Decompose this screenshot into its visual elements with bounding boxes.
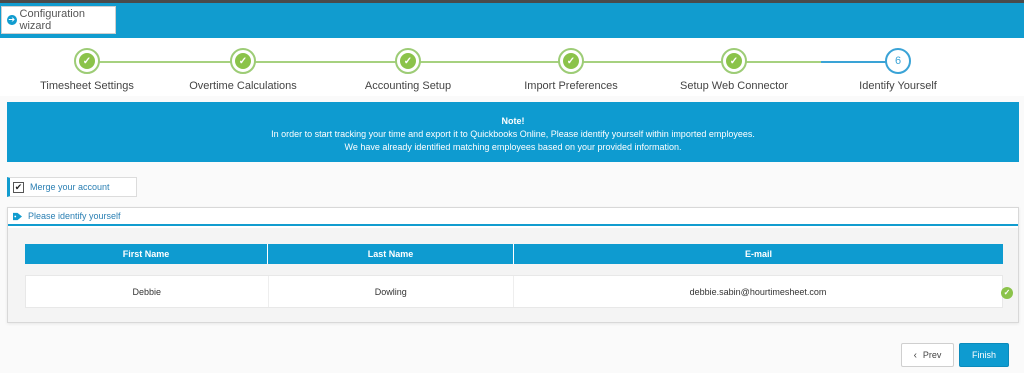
step-done-circle: ✓ [395, 48, 421, 74]
step-label: Import Preferences [524, 80, 618, 92]
note-line-2: We have already identified matching empl… [344, 142, 682, 152]
col-first-name: First Name [25, 244, 268, 264]
table-row[interactable]: Debbie Dowling debbie.sabin@hourtimeshee… [25, 275, 1003, 308]
check-icon: ✓ [400, 53, 416, 69]
arrow-circle-icon: ➔ [7, 15, 17, 25]
step-setup-web-connector[interactable]: ✓ Setup Web Connector [654, 48, 814, 92]
header-bar [0, 3, 1024, 38]
prev-button[interactable]: ‹ Prev [901, 343, 954, 367]
step-label: Identify Yourself [859, 80, 937, 92]
merge-checkbox[interactable]: ✔ [13, 181, 24, 193]
note-title: Note! [501, 116, 525, 126]
step-label: Overtime Calculations [189, 80, 297, 92]
step-identify-yourself[interactable]: 6 Identify Yourself [818, 48, 978, 92]
check-icon: ✓ [79, 53, 95, 69]
wizard-steps: ✓ Timesheet Settings ✓ Overtime Calculat… [0, 38, 1024, 96]
step-label: Setup Web Connector [679, 80, 789, 92]
identify-panel: Please identify yourself First Name Last… [7, 207, 1019, 323]
check-circle-icon: ✓ [1001, 287, 1013, 299]
merge-account-toggle[interactable]: ✔ Merge your account [7, 177, 137, 197]
step-label: Accounting Setup [364, 80, 452, 92]
check-icon: ✓ [563, 53, 579, 69]
panel-header: Please identify yourself [8, 208, 1018, 226]
note-line-1: In order to start tracking your time and… [271, 129, 755, 139]
finish-button[interactable]: Finish [959, 343, 1009, 367]
prev-label: Prev [922, 350, 942, 360]
main-content: Note! In order to start tracking your ti… [0, 96, 1024, 373]
panel-body: First Name Last Name E-mail Debbie Dowli… [8, 228, 1018, 322]
check-icon: ✓ [726, 53, 742, 69]
note-banner: Note! In order to start tracking your ti… [7, 102, 1019, 162]
col-email: E-mail [744, 249, 772, 259]
step-done-circle: ✓ [721, 48, 747, 74]
step-current-circle: 6 [885, 48, 911, 74]
step-overtime-calculations[interactable]: ✓ Overtime Calculations [163, 48, 323, 92]
tag-icon [13, 212, 22, 220]
cell-email: debbie.sabin@hourtimesheet.com [689, 286, 827, 297]
step-accounting-setup[interactable]: ✓ Accounting Setup [328, 48, 488, 92]
step-done-circle: ✓ [230, 48, 256, 74]
table-header: First Name Last Name E-mail [25, 244, 1003, 264]
configuration-wizard-tab[interactable]: ➔ Configuration wizard [1, 6, 116, 34]
step-done-circle: ✓ [74, 48, 100, 74]
merge-label: Merge your account [30, 182, 110, 192]
step-label: Timesheet Settings [40, 80, 134, 92]
check-icon: ✓ [235, 53, 251, 69]
chevron-left-icon: ‹ [913, 349, 917, 361]
wizard-tab-label: Configuration wizard [19, 8, 85, 32]
cell-first-name: Debbie [26, 276, 269, 307]
col-last-name: Last Name [268, 244, 514, 264]
panel-title: Please identify yourself [28, 211, 121, 221]
cell-last-name: Dowling [269, 276, 514, 307]
step-timesheet-settings[interactable]: ✓ Timesheet Settings [7, 48, 167, 92]
step-import-preferences[interactable]: ✓ Import Preferences [491, 48, 651, 92]
step-done-circle: ✓ [558, 48, 584, 74]
